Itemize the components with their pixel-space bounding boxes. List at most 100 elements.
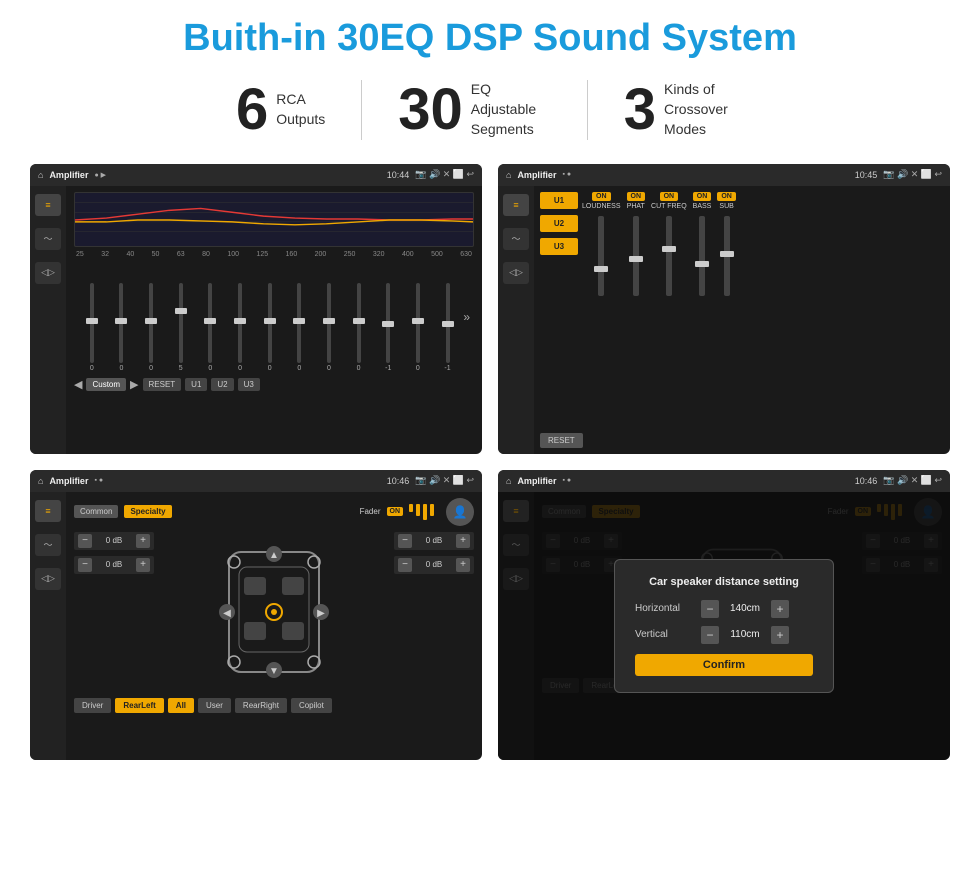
db-fl-val: 0 dB xyxy=(96,536,132,545)
screen3-main: − 0 dB + − 0 dB + xyxy=(74,532,474,692)
wave-icon[interactable]: 〜 xyxy=(35,228,61,250)
cutfreq-slider[interactable] xyxy=(666,216,672,296)
eq-icon-2[interactable]: ≡ xyxy=(503,194,529,216)
wave-icon-3[interactable]: 〜 xyxy=(35,534,61,556)
vertical-minus-btn[interactable]: − xyxy=(701,626,719,644)
speaker-icon-2[interactable]: ◁▷ xyxy=(503,262,529,284)
screen1-topbar: ⌂ Amplifier ● ▶ 10:44 📷 🔊 ✕ ⬜ ↩ xyxy=(30,164,482,186)
screen3-right-db: − 0 dB + − 0 dB + xyxy=(394,532,474,692)
svg-text:▶: ▶ xyxy=(317,608,325,619)
fader-label: Fader xyxy=(360,507,381,516)
eq-slider-10: -1 xyxy=(374,283,402,372)
horizontal-label: Horizontal xyxy=(635,603,695,614)
eq-slider-11: 0 xyxy=(404,283,432,372)
eq-icon-3[interactable]: ≡ xyxy=(35,500,61,522)
horizontal-plus-btn[interactable]: + xyxy=(771,600,789,618)
screen2-time: 10:45 xyxy=(855,170,878,180)
eq-prev-icon[interactable]: ◀ xyxy=(74,378,82,391)
loudness-slider[interactable] xyxy=(598,216,604,296)
confirm-button[interactable]: Confirm xyxy=(635,654,813,676)
eq-slider-2: 0 xyxy=(137,283,165,372)
eq-slider-4: 0 xyxy=(197,283,225,372)
screen3-toprow: Common Specialty Fader ON 👤 xyxy=(74,498,474,526)
stat-eq-number: 30 xyxy=(398,81,463,139)
screen1-sidebar: ≡ 〜 ◁▷ xyxy=(30,186,66,454)
screen3-status-icons: 📷 🔊 ✕ ⬜ ↩ xyxy=(415,475,474,486)
eq-bottom-bar: ◀ Custom ▶ RESET U1 U2 U3 xyxy=(74,378,474,391)
btn-all[interactable]: All xyxy=(168,698,194,713)
db-row-fr: − 0 dB + xyxy=(394,532,474,550)
screen2-topbar: ⌂ Amplifier ▪ ● 10:45 📷 🔊 ✕ ⬜ ↩ xyxy=(498,164,950,186)
db-fl-plus[interactable]: + xyxy=(136,534,150,548)
screen1-dots: ● ▶ xyxy=(94,171,106,179)
db-fr-plus[interactable]: + xyxy=(456,534,470,548)
fader-on[interactable]: ON xyxy=(387,507,404,516)
screen3-title: Amplifier xyxy=(49,476,88,486)
btn-rearright[interactable]: RearRight xyxy=(235,698,287,713)
stat-eq: 30 EQ AdjustableSegments xyxy=(362,80,587,139)
screen4-title: Amplifier xyxy=(517,476,556,486)
db-fr-val: 0 dB xyxy=(416,536,452,545)
preset-u2[interactable]: U2 xyxy=(540,215,578,232)
screen3-content: ≡ 〜 ◁▷ Common Specialty Fader ON xyxy=(30,492,482,760)
eq-icon[interactable]: ≡ xyxy=(35,194,61,216)
horizontal-value: 140cm xyxy=(725,603,765,614)
speaker-icon[interactable]: ◁▷ xyxy=(35,262,61,284)
btn-user[interactable]: User xyxy=(198,698,231,713)
screen1-status-icons: 📷 🔊 ✕ ⬜ ↩ xyxy=(415,169,474,180)
speaker-icon-3[interactable]: ◁▷ xyxy=(35,568,61,590)
page-title: Buith-in 30EQ DSP Sound System xyxy=(30,18,950,60)
speaker-distance-dialog: Car speaker distance setting Horizontal … xyxy=(614,559,834,693)
eq-u3-btn[interactable]: U3 xyxy=(238,378,260,391)
preset-buttons: U1 U2 U3 xyxy=(540,192,578,425)
horizontal-minus-btn[interactable]: − xyxy=(701,600,719,618)
amp2-controls: ON LOUDNESS ON PHAT xyxy=(582,192,944,425)
bass-slider[interactable] xyxy=(699,216,705,296)
vertical-label: Vertical xyxy=(635,629,695,640)
db-rl-plus[interactable]: + xyxy=(136,558,150,572)
db-row-rr: − 0 dB + xyxy=(394,556,474,574)
common-tab[interactable]: Common xyxy=(74,505,118,518)
stat-crossover: 3 Kinds ofCrossover Modes xyxy=(588,80,780,139)
eq-graph xyxy=(74,192,474,247)
specialty-tab[interactable]: Specialty xyxy=(124,505,171,518)
svg-text:▲: ▲ xyxy=(269,550,279,561)
sub-slider[interactable] xyxy=(724,216,730,296)
amp2-phat: ON PHAT xyxy=(627,192,646,425)
vertical-value: 110cm xyxy=(725,629,765,640)
svg-text:◀: ◀ xyxy=(223,608,231,619)
preset-u3[interactable]: U3 xyxy=(540,238,578,255)
screen1-content: ≡ 〜 ◁▷ xyxy=(30,186,482,454)
on-badge-cutfreq: ON xyxy=(660,192,679,201)
screen1-time: 10:44 xyxy=(387,170,410,180)
eq-u2-btn[interactable]: U2 xyxy=(211,378,233,391)
amp2-bass: ON BASS xyxy=(693,192,712,425)
amp2-reset-btn[interactable]: RESET xyxy=(540,433,583,448)
db-fr-minus[interactable]: − xyxy=(398,534,412,548)
eq-u1-btn[interactable]: U1 xyxy=(185,378,207,391)
db-rl-minus[interactable]: − xyxy=(78,558,92,572)
eq-next-icon[interactable]: ▶ xyxy=(130,378,138,391)
wave-icon-2[interactable]: 〜 xyxy=(503,228,529,250)
home-icon: ⌂ xyxy=(38,170,43,180)
fader-slider[interactable] xyxy=(409,504,434,520)
page-wrapper: Buith-in 30EQ DSP Sound System 6 RCAOutp… xyxy=(0,0,980,780)
dialog-horizontal-row: Horizontal − 140cm + xyxy=(635,600,813,618)
btn-copilot[interactable]: Copilot xyxy=(291,698,332,713)
amp2-inner: U1 U2 U3 ON LOUDNESS xyxy=(540,192,944,425)
vertical-plus-btn[interactable]: + xyxy=(771,626,789,644)
btn-driver[interactable]: Driver xyxy=(74,698,111,713)
bass-label: BASS xyxy=(693,203,712,210)
db-rr-plus[interactable]: + xyxy=(456,558,470,572)
db-rr-minus[interactable]: − xyxy=(398,558,412,572)
preset-u1[interactable]: U1 xyxy=(540,192,578,209)
phat-label: PHAT xyxy=(627,203,645,210)
btn-rearleft[interactable]: RearLeft xyxy=(115,698,163,713)
eq-custom-btn[interactable]: Custom xyxy=(86,378,126,391)
eq-freq-labels: 2532405063 80100125160200 25032040050063… xyxy=(74,251,474,258)
phat-slider[interactable] xyxy=(633,216,639,296)
db-row-fl: − 0 dB + xyxy=(74,532,154,550)
eq-reset-btn[interactable]: RESET xyxy=(143,378,182,391)
screen2-sidebar: ≡ 〜 ◁▷ xyxy=(498,186,534,454)
db-fl-minus[interactable]: − xyxy=(78,534,92,548)
